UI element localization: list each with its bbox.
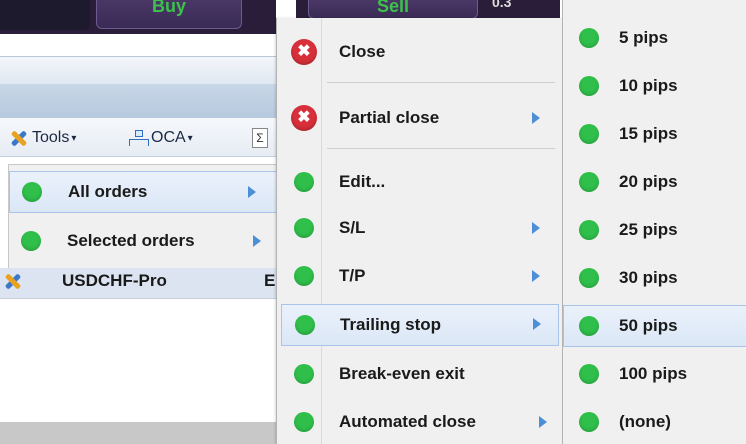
- menu-item-label: 20 pips: [619, 172, 678, 191]
- menu-item-30-pips[interactable]: 30 pips: [563, 258, 746, 298]
- submenu-arrow-icon: [248, 186, 256, 198]
- menu-item-15-pips[interactable]: 15 pips: [563, 114, 746, 154]
- close-x-icon: ✖: [291, 105, 317, 131]
- menu-item-label: S/L: [339, 218, 366, 237]
- green-dot-icon: [579, 412, 599, 432]
- tools-label: Tools: [32, 129, 70, 146]
- green-dot-icon: [294, 218, 314, 238]
- toolbar: Tools ▾ OCA ▾ Σ: [0, 118, 276, 157]
- menu-item-partial-close[interactable]: ✖ Partial close: [277, 98, 557, 138]
- context-menu: ✖ Close ✖ Partial close Edit... S/L T/P …: [276, 18, 563, 444]
- menu-item-label: All orders: [68, 182, 148, 201]
- submenu-arrow-icon: [539, 416, 547, 428]
- symbol-cell: USDCHF-Pro: [62, 271, 167, 290]
- menu-item-label: Selected orders: [67, 231, 195, 250]
- menu-item-label: 100 pips: [619, 364, 688, 383]
- price-box: [0, 0, 90, 30]
- status-bar: [0, 422, 276, 444]
- menu-item-break-even-exit[interactable]: Break-even exit: [277, 354, 557, 394]
- menu-item-label: 15 pips: [619, 124, 678, 143]
- menu-item-label: Partial close: [339, 108, 440, 127]
- buy-label: Buy: [151, 0, 186, 16]
- side-cell: E: [264, 271, 276, 290]
- green-dot-icon: [294, 364, 314, 384]
- green-dot-icon: [294, 266, 314, 286]
- submenu-arrow-icon: [532, 270, 540, 282]
- menu-item-label: 30 pips: [619, 268, 678, 287]
- menu-item-25-pips[interactable]: 25 pips: [563, 210, 746, 250]
- green-dot-icon: [579, 268, 599, 288]
- menu-item-close[interactable]: ✖ Close: [277, 32, 557, 72]
- oca-button[interactable]: OCA ▾: [128, 126, 193, 150]
- chevron-down-icon: ▾: [71, 132, 77, 144]
- green-dot-icon: [294, 412, 314, 432]
- trade-panel: Buy: [0, 0, 276, 34]
- green-dot-icon: [579, 220, 599, 240]
- menu-item-label: 50 pips: [619, 316, 678, 335]
- menu-item-edit[interactable]: Edit...: [277, 162, 557, 202]
- menu-item-label: 25 pips: [619, 220, 678, 239]
- oca-label: OCA: [151, 129, 186, 146]
- green-dot-icon: [579, 76, 599, 96]
- tools-button[interactable]: Tools ▾: [8, 126, 76, 150]
- tools-icon: [2, 270, 24, 292]
- menu-item-label: T/P: [339, 266, 366, 285]
- oca-icon: [128, 128, 149, 148]
- trade-panel-right: Sell 0.3: [296, 0, 560, 20]
- table-row[interactable]: USDCHF-Pro E: [0, 268, 276, 299]
- menu-item-label: Trailing stop: [340, 315, 442, 334]
- green-dot-icon: [579, 124, 599, 144]
- menu-item-label: Break-even exit: [339, 364, 465, 383]
- green-dot-icon: [21, 231, 41, 251]
- sigma-button[interactable]: Σ: [252, 126, 268, 150]
- menu-item-label: (none): [619, 412, 671, 431]
- menu-item-label: Automated close: [339, 412, 476, 431]
- sell-button[interactable]: Sell: [308, 0, 478, 19]
- menu-separator: [327, 82, 555, 83]
- menu-item-20-pips[interactable]: 20 pips: [563, 162, 746, 202]
- menu-item-trailing-stop[interactable]: Trailing stop: [281, 304, 559, 346]
- menu-item-100-pips[interactable]: 100 pips: [563, 354, 746, 394]
- menu-item-label: Edit...: [339, 172, 386, 191]
- sell-label: Sell: [376, 0, 410, 16]
- menu-separator: [327, 148, 555, 149]
- green-dot-icon: [579, 364, 599, 384]
- trailing-stop-submenu: 5 pips 10 pips 15 pips 20 pips 25 pips 3…: [562, 0, 746, 444]
- submenu-arrow-icon: [533, 318, 541, 330]
- green-dot-icon: [22, 182, 42, 202]
- spread-value: 0.3: [492, 0, 512, 10]
- menu-item-automated-close[interactable]: Automated close: [277, 402, 557, 442]
- close-x-icon: ✖: [291, 39, 317, 65]
- sigma-icon: Σ: [252, 128, 268, 148]
- submenu-arrow-icon: [532, 112, 540, 124]
- green-dot-icon: [579, 316, 599, 336]
- green-dot-icon: [294, 172, 314, 192]
- menu-item-take-profit[interactable]: T/P: [277, 256, 557, 296]
- menu-item-5-pips[interactable]: 5 pips: [563, 18, 746, 58]
- buy-button[interactable]: Buy: [96, 0, 242, 29]
- tools-icon: [8, 127, 30, 149]
- panel-header-band: [0, 84, 276, 118]
- menu-item-10-pips[interactable]: 10 pips: [563, 66, 746, 106]
- menu-item-50-pips[interactable]: 50 pips: [563, 305, 746, 347]
- chevron-down-icon: ▾: [187, 132, 193, 144]
- menu-item-stop-loss[interactable]: S/L: [277, 208, 557, 248]
- submenu-arrow-icon: [253, 235, 261, 247]
- orders-submenu: All orders Selected orders: [8, 164, 277, 270]
- panel-header: [0, 56, 276, 86]
- menu-item-label: 10 pips: [619, 76, 678, 95]
- menu-item-all-orders[interactable]: All orders: [9, 171, 277, 213]
- green-dot-icon: [579, 172, 599, 192]
- green-dot-icon: [295, 315, 315, 335]
- menu-item-label: Close: [339, 42, 386, 61]
- submenu-arrow-icon: [532, 222, 540, 234]
- menu-item-none[interactable]: (none): [563, 402, 746, 442]
- green-dot-icon: [579, 28, 599, 48]
- menu-item-label: 5 pips: [619, 28, 669, 47]
- menu-item-selected-orders[interactable]: Selected orders: [9, 221, 277, 261]
